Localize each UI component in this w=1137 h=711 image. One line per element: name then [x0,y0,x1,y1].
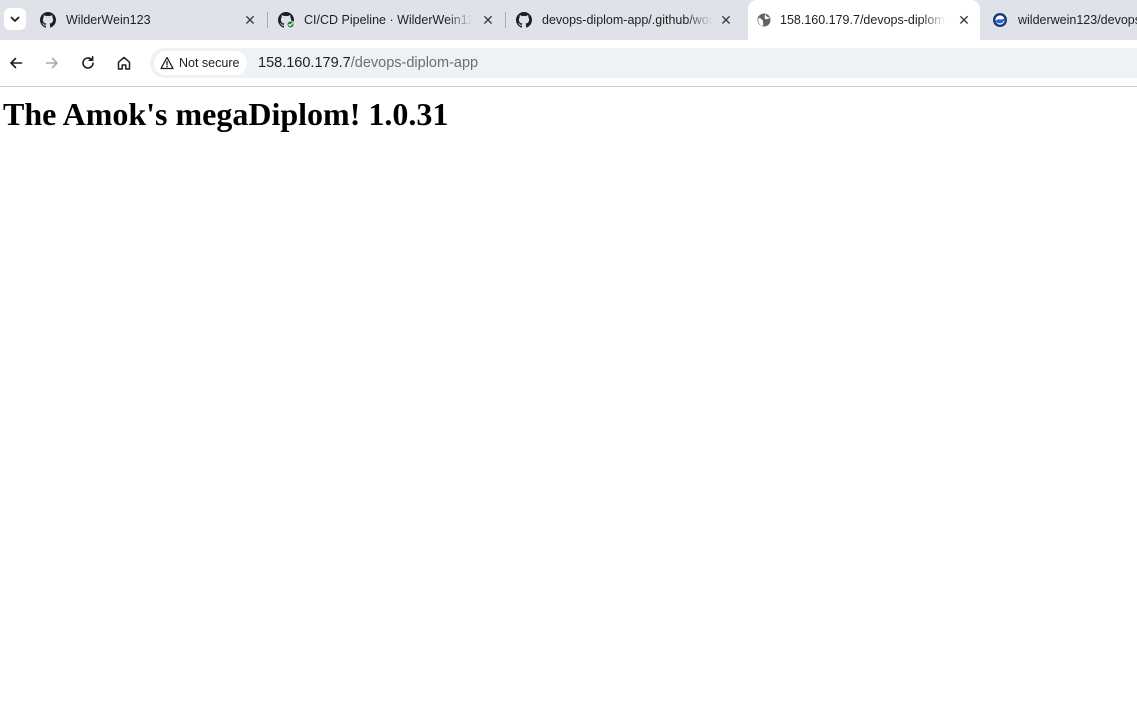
docker-hub-icon [992,12,1008,28]
security-label: Not secure [179,56,240,70]
tab-title: CI/CD Pipeline · WilderWein123 [304,13,472,27]
back-button[interactable] [4,51,28,75]
home-button[interactable] [112,51,136,75]
close-tab-icon[interactable]: ✕ [956,12,972,28]
warning-icon [160,56,174,70]
tab-title: 158.160.179.7/devops-diplom-app [780,13,946,27]
page-heading: The Amok's megaDiplom! 1.0.31 [3,96,449,132]
tab-active-page[interactable]: 158.160.179.7/devops-diplom-app ✕ [748,0,980,40]
security-indicator[interactable]: Not secure [154,51,248,75]
close-tab-icon[interactable]: ✕ [480,12,496,28]
browser-window: WilderWein123 ✕ CI/CD Pipeline · WilderW… [0,0,1137,711]
address-bar[interactable]: Not secure 158.160.179.7/devops-diplom-a… [150,48,1137,78]
tab-title: WilderWein123 [66,13,151,27]
tab-search-button[interactable] [4,8,26,30]
page-content: The Amok's megaDiplom! 1.0.31 [0,87,1137,711]
home-icon [117,56,131,70]
tab-strip: WilderWein123 ✕ CI/CD Pipeline · WilderW… [0,0,1137,40]
url-path: /devops-diplom-app [350,55,479,71]
close-tab-icon[interactable]: ✕ [718,12,734,28]
forward-button[interactable] [40,51,64,75]
chevron-down-icon [10,16,20,22]
reload-button[interactable] [76,51,100,75]
github-icon [40,12,56,28]
tab-ci-cd-pipeline[interactable]: CI/CD Pipeline · WilderWein123 ✕ [266,0,504,40]
url-host: 158.160.179.7 [258,55,351,71]
tab-wilderwein123[interactable]: WilderWein123 ✕ [28,0,266,40]
github-icon [516,12,532,28]
tab-docker-hub[interactable]: wilderwein123/devops-diplom-app [980,0,1137,40]
github-actions-icon [278,12,294,28]
tab-workflows[interactable]: devops-diplom-app/.github/workflows ✕ [504,0,742,40]
close-tab-icon[interactable]: ✕ [242,12,258,28]
globe-icon [756,12,772,28]
browser-toolbar: Not secure 158.160.179.7/devops-diplom-a… [0,40,1137,87]
arrow-left-icon [10,57,23,69]
tab-title: devops-diplom-app/.github/workflows [542,13,712,27]
arrow-right-icon [45,57,58,69]
reload-icon [82,56,94,69]
url-text[interactable]: 158.160.179.7/devops-diplom-app [258,54,478,72]
tab-title: wilderwein123/devops-diplom-app [1018,13,1137,27]
